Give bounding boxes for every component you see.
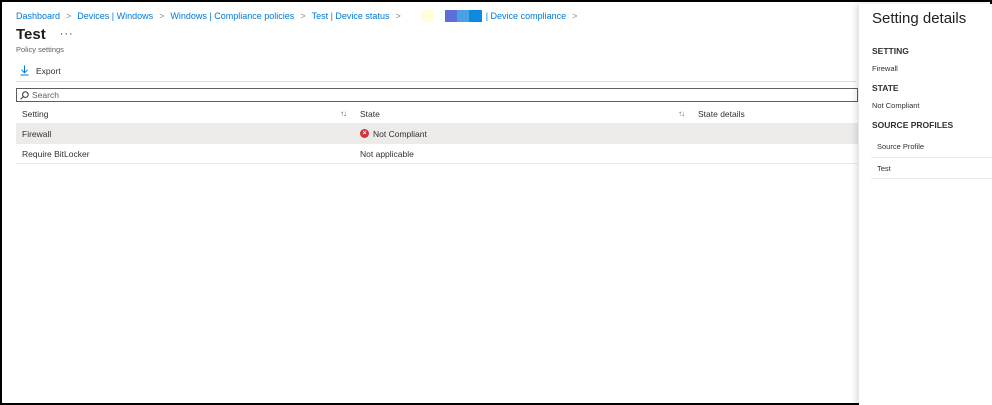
breadcrumb-separator: > xyxy=(395,11,401,21)
setting-value: Firewall xyxy=(872,64,898,73)
redaction-block xyxy=(432,10,445,22)
cell-setting: Require BitLocker xyxy=(22,148,90,159)
column-label: State details xyxy=(698,108,745,119)
cell-setting: Firewall xyxy=(22,128,52,139)
search-input[interactable] xyxy=(32,90,812,100)
cell-state: Not applicable xyxy=(360,148,414,159)
page-subtitle: Policy settings xyxy=(16,45,64,54)
table-row[interactable]: Require BitLocker Not applicable xyxy=(16,144,858,164)
toolbar-divider xyxy=(16,81,856,82)
breadcrumb-device-compliance[interactable]: | Device compliance xyxy=(486,11,566,21)
breadcrumb-separator: > xyxy=(572,11,578,21)
source-profiles-heading: SOURCE PROFILES xyxy=(872,120,954,130)
settings-table: Setting ↑↓ State ↑↓ State details Firewa… xyxy=(16,104,858,164)
breadcrumb-separator: > xyxy=(159,11,165,21)
table-row[interactable]: Firewall × Not Compliant xyxy=(16,124,858,144)
export-button[interactable]: Export xyxy=(20,65,61,76)
state-label: Not Compliant xyxy=(373,128,427,139)
sort-icon[interactable]: ↑↓ xyxy=(340,109,347,118)
column-label: Setting xyxy=(22,108,49,119)
window-frame: Dashboard > Devices | Windows > Windows … xyxy=(0,0,992,405)
column-header-state-details[interactable]: State details xyxy=(692,104,858,124)
redaction-block xyxy=(420,10,433,22)
search-icon xyxy=(20,90,29,100)
state-value: Not Compliant xyxy=(872,101,920,110)
source-profile-column-header: Source Profile xyxy=(871,136,992,158)
page-title: Test xyxy=(16,26,46,43)
table-header: Setting ↑↓ State ↑↓ State details xyxy=(16,104,858,124)
breadcrumb-device-status[interactable]: Test | Device status xyxy=(312,11,390,21)
state-heading: STATE xyxy=(872,83,899,93)
search-box xyxy=(16,88,858,102)
page-header: Test ··· xyxy=(16,26,74,43)
setting-heading: SETTING xyxy=(872,46,909,56)
column-header-setting[interactable]: Setting ↑↓ xyxy=(16,104,354,124)
source-profile-row[interactable]: Test xyxy=(871,159,992,179)
pane-title: Setting details xyxy=(872,10,967,27)
more-options-button[interactable]: ··· xyxy=(60,29,74,40)
error-circle-icon: × xyxy=(360,129,369,138)
download-icon xyxy=(20,65,29,76)
breadcrumb-devices-windows[interactable]: Devices | Windows xyxy=(77,11,153,21)
redaction-block xyxy=(456,10,469,22)
sort-icon[interactable]: ↑↓ xyxy=(678,109,685,118)
cell-state: × Not Compliant xyxy=(354,129,692,139)
setting-details-pane: Setting details SETTING Firewall STATE N… xyxy=(859,4,992,405)
redaction-block xyxy=(444,10,457,22)
breadcrumb-separator: > xyxy=(300,11,306,21)
column-label: State xyxy=(360,108,380,119)
redacted-device-name xyxy=(420,10,482,22)
export-label: Export xyxy=(36,65,61,76)
redaction-block xyxy=(468,10,482,22)
breadcrumb-compliance-policies[interactable]: Windows | Compliance policies xyxy=(170,11,294,21)
breadcrumb: Dashboard > Devices | Windows > Windows … xyxy=(16,9,583,23)
column-header-state[interactable]: State ↑↓ xyxy=(354,104,692,124)
breadcrumb-dashboard[interactable]: Dashboard xyxy=(16,11,60,21)
breadcrumb-separator: > xyxy=(66,11,72,21)
